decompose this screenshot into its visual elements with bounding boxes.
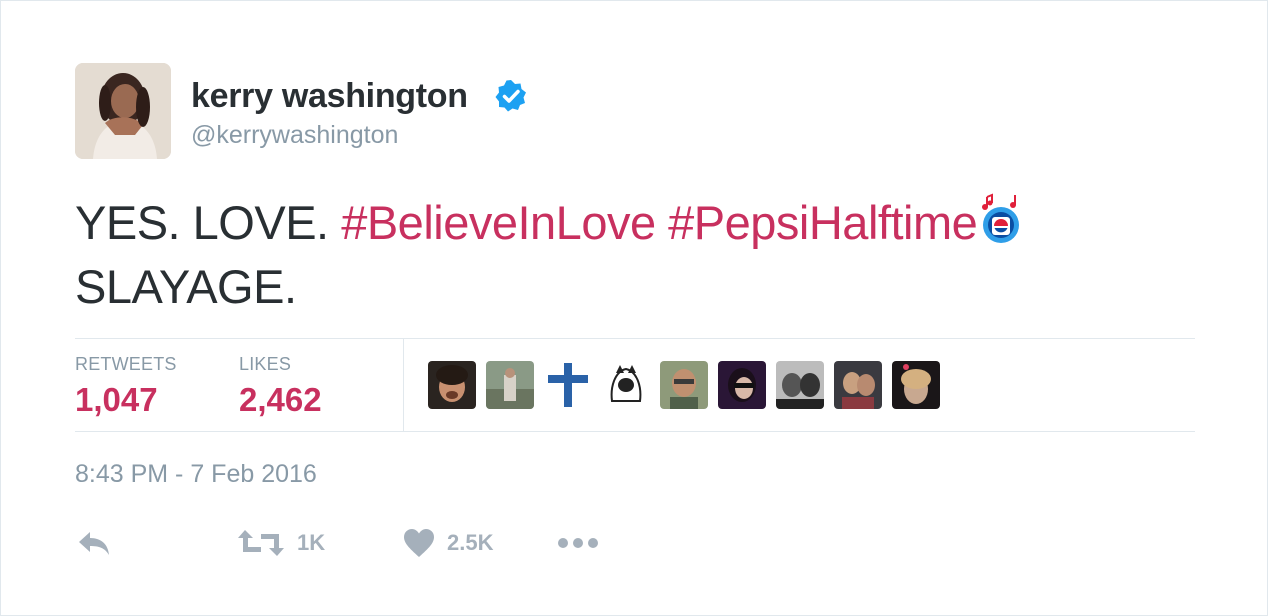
likes-label[interactable]: LIKES [239,354,291,375]
like-button[interactable]: 2.5K [403,525,493,561]
tweet-text: YES. LOVE. #BelieveInLove #PepsiHalftime… [75,191,1185,319]
retweets-label[interactable]: RETWEETS [75,354,177,375]
author-handle[interactable]: @kerrywashington [191,121,398,150]
liker-avatar[interactable] [486,361,534,409]
more-button[interactable] [557,525,599,561]
tweet-timestamp[interactable]: 8:43 PM - 7 Feb 2016 [75,460,317,489]
heart-icon [404,529,434,557]
liker-avatar[interactable] [892,361,940,409]
author-avatar[interactable] [75,63,171,159]
author-display-name[interactable]: kerry washington [191,77,468,116]
more-icon [558,538,598,548]
reply-icon [79,532,109,555]
liker-avatar[interactable] [834,361,882,409]
liker-avatar[interactable] [428,361,476,409]
stats-top-divider [75,338,1195,339]
stats-vertical-divider [403,339,404,431]
retweet-icon [238,530,284,556]
liker-avatar[interactable] [660,361,708,409]
reply-button[interactable] [77,525,111,561]
retweet-count: 1K [297,530,326,555]
verified-badge-icon [495,80,526,112]
stats-bottom-divider [75,431,1195,432]
pepsi-halftime-emoji-icon [982,193,1020,243]
retweets-count[interactable]: 1,047 [75,381,158,419]
like-count: 2.5K [447,530,494,555]
liker-avatar[interactable] [544,361,592,409]
likes-count[interactable]: 2,462 [239,381,322,419]
liker-avatar[interactable] [602,361,650,409]
retweet-button[interactable]: 1K [237,525,325,561]
tweet-text-part: SLAYAGE. [75,260,297,313]
hashtag-link[interactable]: #BelieveInLove [341,196,656,249]
tweet-card: kerry washington @kerrywashington YES. L… [0,0,1268,616]
hashtag-link[interactable]: #PepsiHalftime [668,196,978,249]
liker-avatar[interactable] [776,361,824,409]
tweet-text-part: YES. LOVE. [75,196,329,249]
liker-avatar[interactable] [718,361,766,409]
